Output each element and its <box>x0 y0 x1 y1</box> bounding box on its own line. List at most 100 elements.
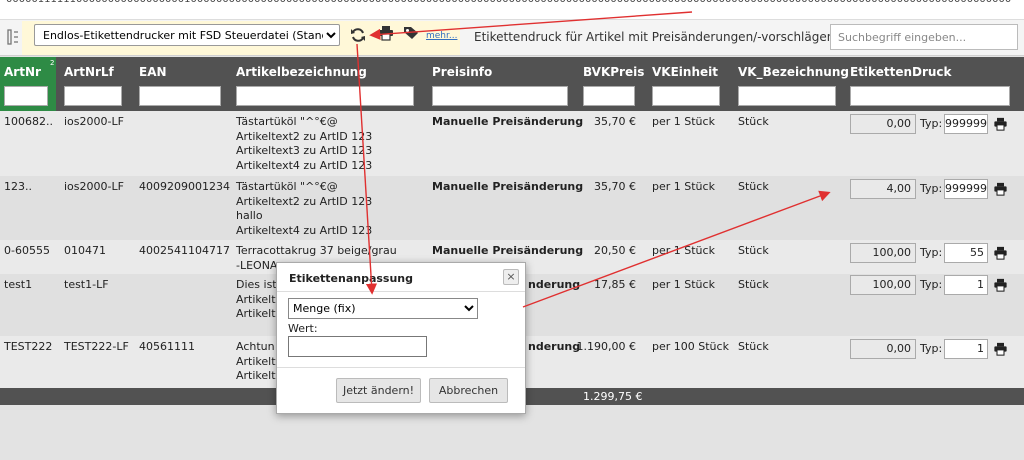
cell-ean: 4002541104717 <box>139 244 230 257</box>
typ-input[interactable]: 999999 <box>944 114 988 134</box>
desc-line: Artikelt <box>236 369 276 382</box>
cell-vk-bezeichnung: Stück <box>738 180 769 193</box>
cell-vkeinheit: per 1 Stück <box>652 278 715 291</box>
close-icon[interactable]: × <box>503 269 519 285</box>
typ-label: Typ: <box>920 342 943 355</box>
printer-icon[interactable] <box>378 25 394 44</box>
tag-icon[interactable] <box>403 26 419 43</box>
more-link[interactable]: mehr... <box>426 31 457 41</box>
quantity-input[interactable]: 0,00 <box>850 339 916 359</box>
cell-vk-bezeichnung: Stück <box>738 244 769 257</box>
desc-line: Artikeltext2 zu ArtID 123 <box>236 129 373 143</box>
refresh-icon[interactable] <box>350 27 366 47</box>
cell-artnr: 123.. <box>4 180 32 193</box>
cell-artnr: TEST222 <box>4 340 53 353</box>
cell-bvkpreis: 20,50 € <box>594 244 636 257</box>
filter-vk-bezeichnung[interactable] <box>738 86 836 106</box>
table-header: 2 ArtNr ArtNrLf EAN Artikelbezeichnung P… <box>0 57 1024 111</box>
filter-etikettendruck[interactable] <box>850 86 1010 106</box>
print-label-icon[interactable] <box>993 342 1008 359</box>
typ-label: Typ: <box>920 182 943 195</box>
print-label-icon[interactable] <box>993 246 1008 263</box>
cell-preisinfo: nderung <box>528 340 581 353</box>
column-header-artnrlf[interactable]: ArtNrLf <box>64 65 114 79</box>
quantity-input[interactable]: 0,00 <box>850 114 916 134</box>
cell-artnr: 100682.. <box>4 115 53 128</box>
cell-artikelbezeichnung: Tästartüköl "^°€@ Artikeltext2 zu ArtID … <box>236 180 372 238</box>
print-label-icon[interactable] <box>993 182 1008 199</box>
cell-artikelbezeichnung: Achtun Artikelt Artikelt <box>236 340 276 384</box>
dialog-title: Etikettenanpassung <box>289 272 414 285</box>
search-input[interactable] <box>830 24 1018 50</box>
cell-preisinfo: Manuelle Preisänderung <box>432 115 584 128</box>
filter-artnrlf[interactable] <box>64 86 122 106</box>
typ-input[interactable]: 1 <box>944 275 988 295</box>
desc-line: Artikelt <box>236 292 276 306</box>
quantity-input[interactable]: 100,00 <box>850 275 916 295</box>
column-header-vk-bezeichnung[interactable]: VK_Bezeichnung <box>738 65 849 79</box>
column-header-bvkpreis[interactable]: BVKPreis <box>583 65 644 79</box>
cell-vk-bezeichnung: Stück <box>738 278 769 291</box>
adjustment-mode-select[interactable]: Menge (fix) <box>288 298 478 319</box>
cell-artnr: 0-60555 <box>4 244 50 257</box>
toolbar: Endlos-Etikettendrucker mit FSD Steuerda… <box>0 20 1024 56</box>
apply-button[interactable]: Jetzt ändern! <box>336 378 421 403</box>
desc-line: Dies ist <box>236 278 277 291</box>
label-adjust-dialog: Etikettenanpassung × Menge (fix) Wert: J… <box>276 262 526 414</box>
desc-line: hallo <box>236 209 263 222</box>
cancel-button[interactable]: Abbrechen <box>429 378 508 403</box>
cell-bvkpreis: 35,70 € <box>594 180 636 193</box>
quantity-input[interactable]: 4,00 <box>850 179 916 199</box>
column-header-etikettendruck[interactable]: EtikettenDruck <box>850 65 952 79</box>
printer-select[interactable]: Endlos-Etikettendrucker mit FSD Steuerda… <box>34 24 340 46</box>
cell-artnrlf: test1-LF <box>64 278 109 291</box>
column-header-artikelbezeichnung[interactable]: Artikelbezeichnung <box>236 65 367 79</box>
desc-line: Achtun <box>236 340 275 353</box>
cell-preisinfo: Manuelle Preisänderung <box>432 180 584 193</box>
filter-artikelbezeichnung[interactable] <box>236 86 414 106</box>
cell-artnrlf: ios2000-LF <box>64 115 124 128</box>
cell-ean: 40561111 <box>139 340 195 353</box>
typ-input[interactable]: 55 <box>944 243 988 263</box>
cell-artikelbezeichnung: Dies ist Artikelt Artikelt <box>236 278 277 322</box>
filter-artnr[interactable] <box>4 86 48 106</box>
desc-line: Tästartüköl "^°€@ <box>236 115 338 128</box>
wert-label: Wert: <box>288 322 318 335</box>
column-header-ean[interactable]: EAN <box>139 65 167 79</box>
filter-vkeinheit[interactable] <box>652 86 720 106</box>
print-label-icon[interactable] <box>993 278 1008 295</box>
cell-vkeinheit: per 1 Stück <box>652 115 715 128</box>
wert-input[interactable] <box>288 336 427 357</box>
quantity-input[interactable]: 100,00 <box>850 243 916 263</box>
desc-line: Tästartüköl "^°€@ <box>236 180 338 193</box>
typ-input[interactable]: 999999 <box>944 179 988 199</box>
desc-line: Artikeltext4 zu ArtID 123 <box>236 158 373 172</box>
filter-ean[interactable] <box>139 86 221 106</box>
table-row[interactable]: 123.. ios2000-LF 4009209001234 Tästartük… <box>0 176 1024 240</box>
cell-preisinfo: Manuelle Preisänderung <box>432 244 584 257</box>
cell-artnrlf: TEST222-LF <box>64 340 129 353</box>
cell-artnrlf: ios2000-LF <box>64 180 124 193</box>
config-icon[interactable] <box>6 28 20 46</box>
typ-input[interactable]: 1 <box>944 339 988 359</box>
column-header-preisinfo[interactable]: Preisinfo <box>432 65 492 79</box>
column-header-artnr[interactable]: ArtNr <box>4 65 41 79</box>
cell-vkeinheit: per 100 Stück <box>652 340 729 353</box>
filter-bvkpreis[interactable] <box>583 86 635 106</box>
total-bvkpreis: 1.299,75 € <box>583 390 643 403</box>
table-row[interactable]: 100682.. ios2000-LF Tästartüköl "^°€@ Ar… <box>0 111 1024 176</box>
typ-label: Typ: <box>920 117 943 130</box>
cell-vk-bezeichnung: Stück <box>738 115 769 128</box>
cell-preisinfo: nderung <box>528 278 581 291</box>
cell-bvkpreis: 1.190,00 € <box>576 340 636 353</box>
cell-bvkpreis: 17,85 € <box>594 278 636 291</box>
cell-artikelbezeichnung: Tästartüköl "^°€@ Artikeltext2 zu ArtID … <box>236 115 372 173</box>
desc-line: Artikelt <box>236 354 276 368</box>
print-label-icon[interactable] <box>993 117 1008 134</box>
column-header-vkeinheit[interactable]: VKEinheit <box>652 65 718 79</box>
cell-vk-bezeichnung: Stück <box>738 340 769 353</box>
cell-vkeinheit: per 1 Stück <box>652 180 715 193</box>
cell-artnr: test1 <box>4 278 33 291</box>
filter-preisinfo[interactable] <box>432 86 568 106</box>
cell-ean: 4009209001234 <box>139 180 230 193</box>
